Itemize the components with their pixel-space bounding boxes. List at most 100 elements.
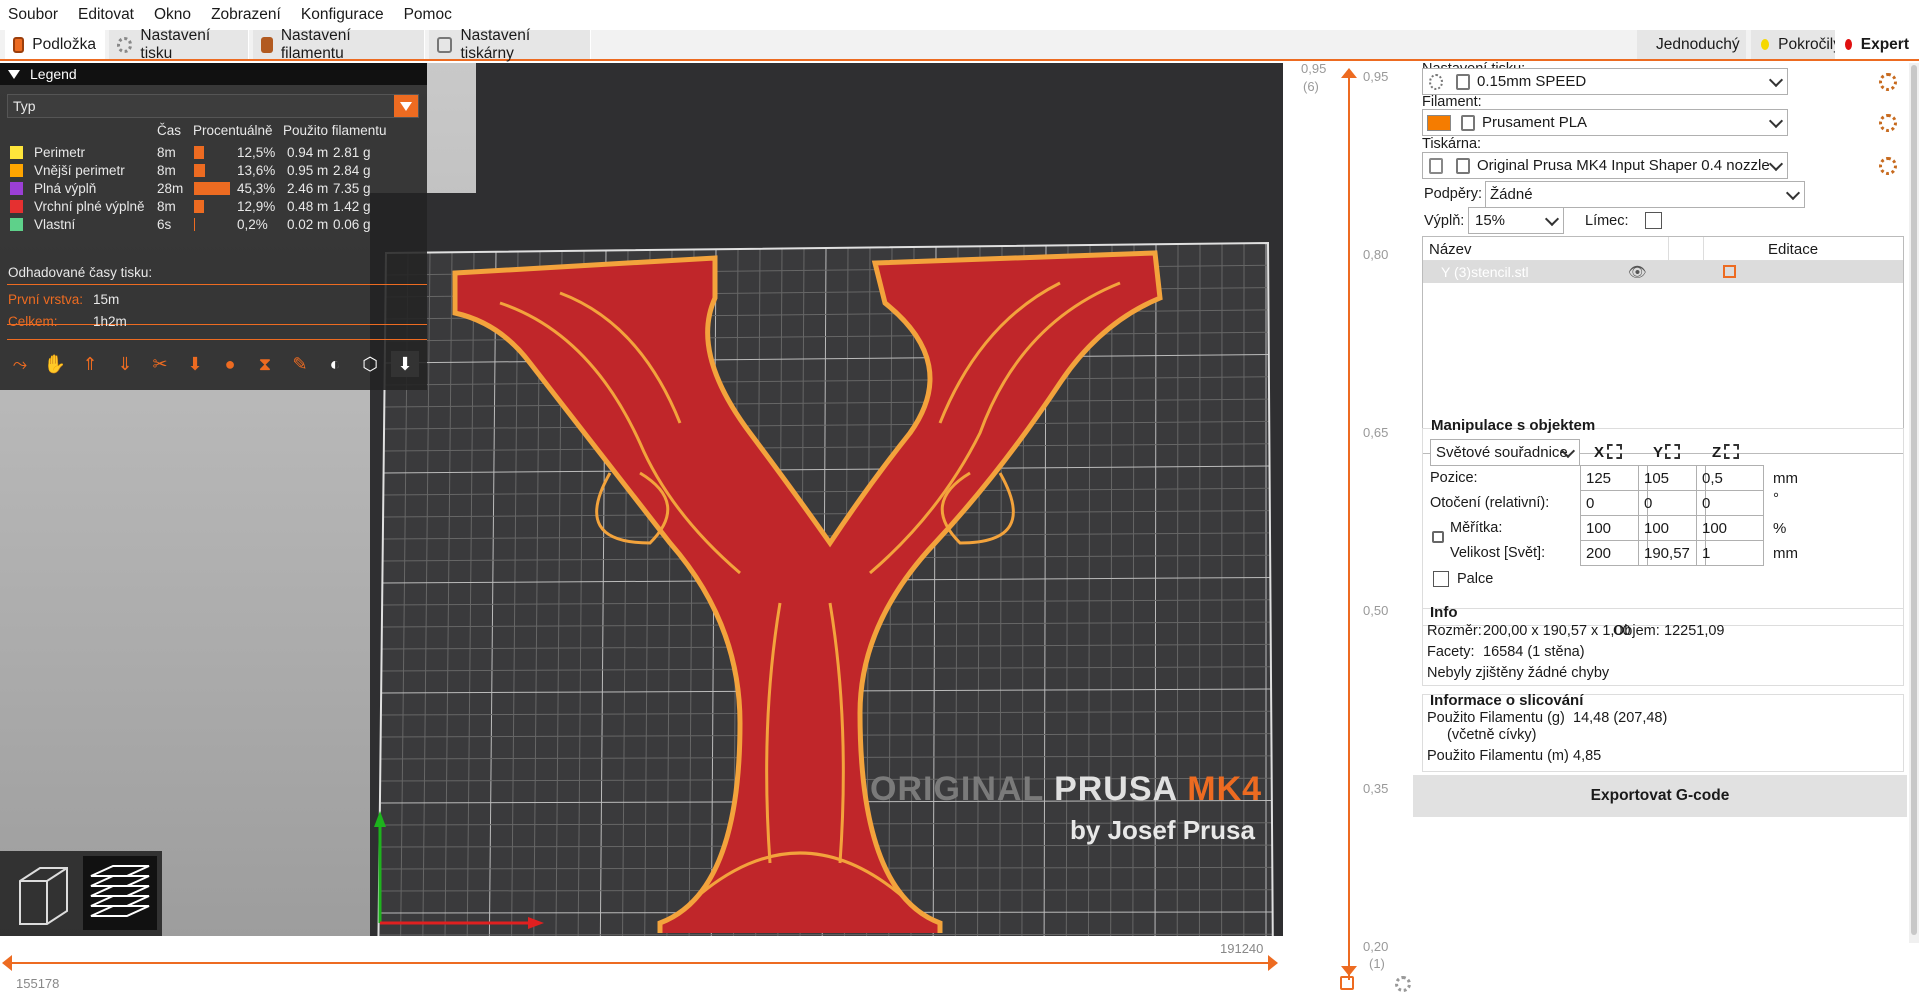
supports-value: Žádné [1490, 186, 1533, 203]
menu-help[interactable]: Pomoc [404, 6, 452, 24]
legend-row-length: 0.95 m [287, 163, 329, 178]
3d-view-button[interactable] [5, 856, 79, 930]
slider-right-thumb-icon[interactable] [1268, 955, 1278, 971]
coordinate-system-select[interactable]: Světové souřadnice [1430, 439, 1580, 466]
print-profile-combo[interactable]: 0.15mm SPEED [1422, 68, 1788, 95]
info-facets-value: 16584 (1 stěna) [1483, 644, 1585, 660]
rotation-z-input[interactable]: 0 [1696, 490, 1764, 516]
vslider-tick: 0,80 [1363, 247, 1389, 262]
position-z-input[interactable]: 0,5 [1696, 465, 1764, 491]
shells-icon[interactable]: ⬡ [356, 351, 384, 377]
deretractions-icon[interactable]: ⇓ [111, 351, 139, 377]
tab-filament-settings-label: Nastavení filamentu [280, 26, 351, 62]
scale-lock-icon[interactable] [1432, 531, 1444, 543]
menu-view[interactable]: Zobrazení [211, 6, 281, 24]
vslider-bottom-layer: (1) [1369, 956, 1385, 971]
menu-file[interactable]: Soubor [8, 6, 58, 24]
brim-checkbox[interactable] [1645, 212, 1662, 229]
size-unit: mm [1773, 545, 1798, 562]
object-row[interactable]: Y (3)stencil.stl 👁 [1423, 261, 1903, 283]
eye-icon[interactable]: 👁 [1628, 263, 1647, 281]
legend-separator [7, 284, 427, 285]
cog-icon[interactable] [1395, 976, 1411, 992]
vertical-slider-track [1348, 75, 1350, 980]
center-of-gravity-icon[interactable]: ◐ [321, 351, 349, 377]
slice-info-title: Informace o slicování [1430, 692, 1584, 709]
printer-profile-combo[interactable]: Original Prusa MK4 Input Shaper 0.4 nozz… [1422, 152, 1788, 179]
legend-row-time: 28m [157, 181, 184, 196]
slider-bottom-thumb-icon[interactable] [1341, 966, 1357, 976]
horizontal-layer-slider[interactable]: 155178 191240 [0, 936, 1283, 997]
legend-header-percent: Procentuálně [193, 123, 273, 138]
legend-row-length: 2.46 m [287, 181, 329, 196]
infill-combo[interactable]: 15% [1468, 207, 1564, 234]
legend-type-value: Typ [13, 98, 36, 114]
export-gcode-button[interactable]: Exportovat G-code [1413, 775, 1907, 817]
yellow-dot-icon [1761, 39, 1770, 50]
manipulation-title: Manipulace s objektem [1431, 417, 1596, 434]
tab-plater[interactable]: Podložka [5, 30, 105, 59]
3d-viewport[interactable]: ORIGINAL PRUSA MK4 by Josef Prusa Legend… [0, 63, 1283, 997]
menu-edit[interactable]: Editovat [78, 6, 134, 24]
legend-row-bar [194, 182, 230, 195]
scale-z-input[interactable]: 100 [1696, 515, 1764, 541]
menu-bar: Soubor Editovat Okno Zobrazení Konfigura… [0, 0, 1919, 30]
drop-to-bed-x-icon[interactable] [1607, 444, 1622, 459]
tab-print-settings[interactable]: Nastavení tisku [109, 27, 249, 62]
size-z-input[interactable]: 1 [1696, 540, 1764, 566]
preview-layers-button[interactable] [83, 856, 157, 930]
tab-printer-settings[interactable]: Nastavení tiskárny [429, 27, 591, 62]
menu-window[interactable]: Okno [154, 6, 191, 24]
mode-simple-button[interactable]: Jednoduchý [1637, 30, 1746, 59]
legend-row-weight: 7.35 g [333, 181, 371, 196]
tab-filament-settings[interactable]: Nastavení filamentu [253, 27, 425, 62]
drop-to-bed-y-icon[interactable] [1665, 444, 1680, 459]
size-label: Velikost [Svět]: [1450, 545, 1546, 561]
column-divider [1668, 237, 1669, 261]
tool-marker-icon[interactable]: ⬇ [391, 351, 419, 377]
column-name-header[interactable]: Název [1429, 241, 1472, 258]
legend-row[interactable]: Vlastní 6s 0,2% 0.02 m 0.06 g [0, 214, 427, 236]
brim-label: Límec: [1585, 213, 1629, 229]
wipe-icon[interactable]: ✋ [41, 351, 69, 377]
legend-row-bar [194, 218, 195, 231]
print-settings-gear-icon[interactable] [1879, 73, 1897, 91]
print-profile-value: 0.15mm SPEED [1477, 73, 1587, 90]
supports-combo[interactable]: Žádné [1485, 181, 1805, 208]
color-changes-icon[interactable]: ● [216, 351, 244, 377]
inches-checkbox[interactable] [1433, 571, 1449, 587]
retractions-icon[interactable]: ⇑ [76, 351, 104, 377]
edit-icon[interactable] [1723, 265, 1736, 278]
seams-icon[interactable]: ✂ [146, 351, 174, 377]
axis-z-label: Z [1712, 444, 1722, 461]
legend-row-weight: 2.81 g [333, 145, 371, 160]
vertical-layer-slider[interactable]: 0,95 (6) 0,95 0,80 0,65 0,50 0,35 0,20 (… [1283, 61, 1413, 997]
tool-changes-icon[interactable]: ⬇ [181, 351, 209, 377]
legend-row-name: Vlastní [34, 217, 76, 232]
lock-icon[interactable] [1340, 976, 1354, 990]
filament-color-swatch[interactable] [1427, 114, 1451, 131]
slider-top-thumb-icon[interactable] [1341, 68, 1357, 78]
filament-label: Filament: [1422, 94, 1482, 110]
filament-settings-gear-icon[interactable] [1879, 114, 1897, 132]
legend-header[interactable]: Legend [0, 63, 427, 85]
gear-icon [1429, 73, 1443, 90]
total-time-value: 1h2m [93, 314, 127, 329]
mode-expert-button[interactable]: Expert [1835, 30, 1919, 59]
bed-logo-prusa: PRUSA [1054, 770, 1177, 808]
panel-scrollbar[interactable] [1909, 63, 1919, 943]
drop-to-bed-z-icon[interactable] [1724, 444, 1739, 459]
axis-x-label: X [1594, 444, 1605, 461]
travel-icon[interactable]: ⤳ [6, 351, 34, 377]
legend-row-length: 0.94 m [287, 145, 329, 160]
slider-left-thumb-icon[interactable] [2, 955, 12, 971]
filament-profile-combo[interactable]: Prusament PLA [1422, 109, 1788, 136]
tab-printer-settings-label: Nastavení tiskárny [460, 26, 531, 62]
scrollbar-thumb[interactable] [1911, 65, 1917, 935]
legend-type-select[interactable]: Typ [7, 94, 419, 118]
printer-settings-gear-icon[interactable] [1879, 157, 1897, 175]
pause-prints-icon[interactable]: ⧗ [251, 351, 279, 377]
custom-gcodes-icon[interactable]: ✎ [286, 351, 314, 377]
menu-configuration[interactable]: Konfigurace [301, 6, 384, 24]
column-edit-header[interactable]: Editace [1768, 241, 1818, 258]
